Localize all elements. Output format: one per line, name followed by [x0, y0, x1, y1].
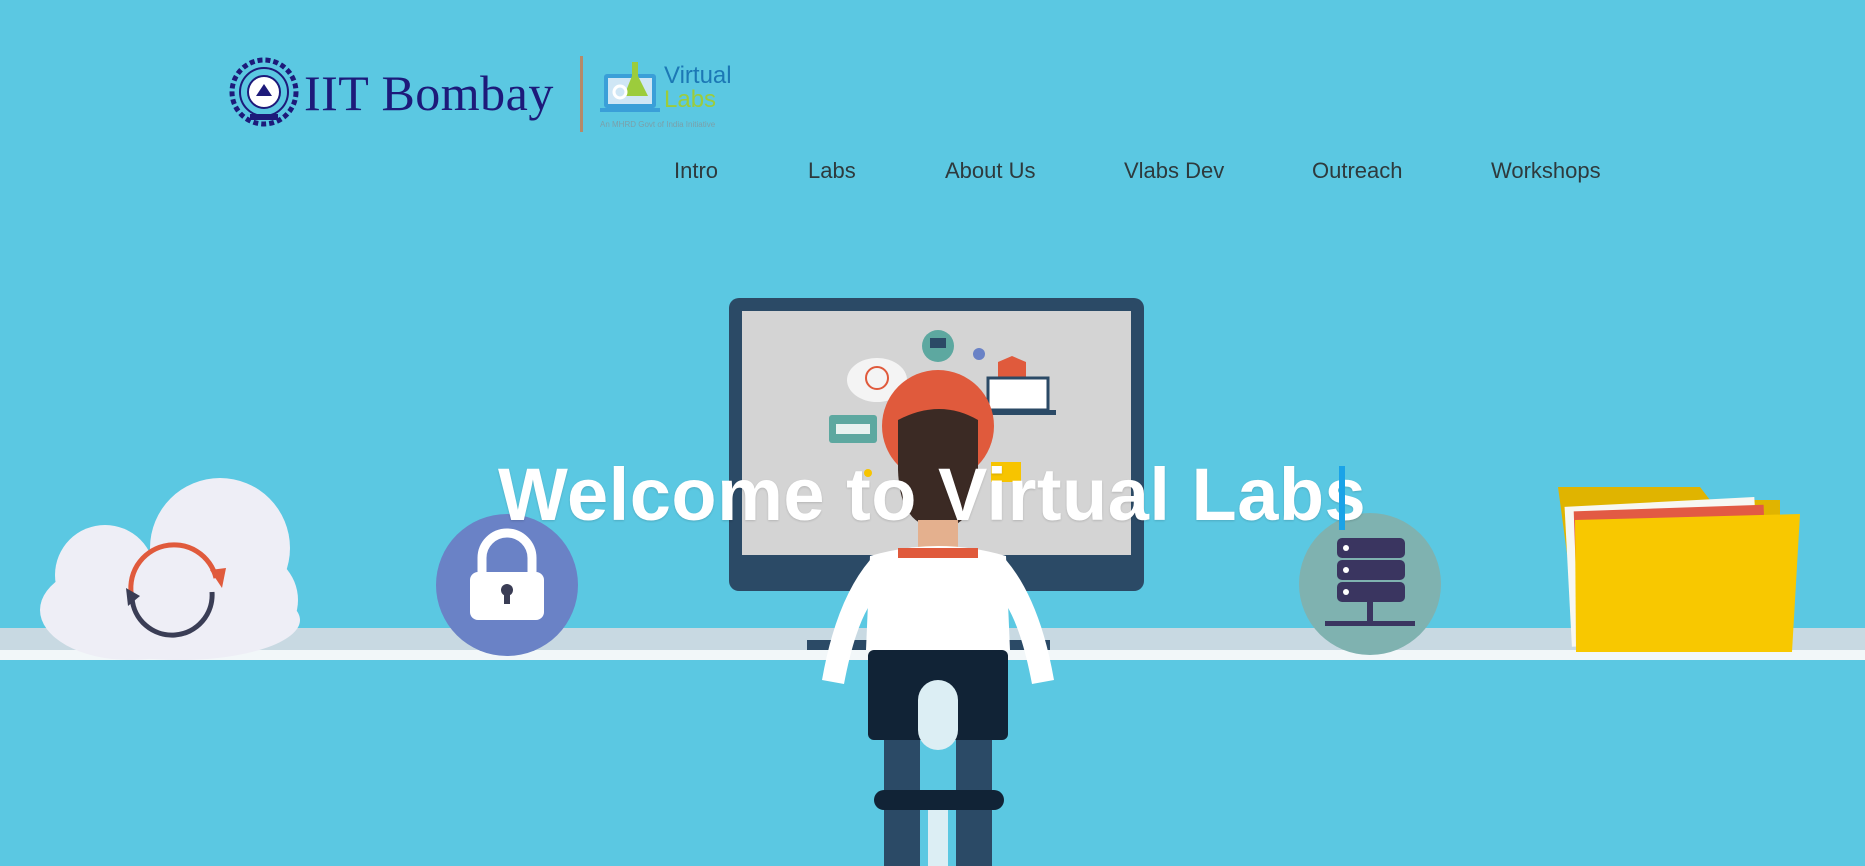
- hero-title: Welcome to Virtual Labs: [498, 453, 1367, 536]
- nav-item-workshops[interactable]: Workshops: [1491, 158, 1601, 184]
- vlabs-text-labs: Labs: [664, 86, 717, 113]
- nav-item-labs[interactable]: Labs: [808, 158, 856, 184]
- nav-item-about-us[interactable]: About Us: [945, 158, 1036, 184]
- nav-item-vlabs-dev[interactable]: Vlabs Dev: [1124, 158, 1224, 184]
- nav-item-outreach[interactable]: Outreach: [1312, 158, 1403, 184]
- cloud-sync-icon: [40, 478, 300, 660]
- site-logo[interactable]: IIT Bombay Virtual Labs An MHRD Govt of …: [228, 52, 732, 132]
- nav-item-intro[interactable]: Intro: [674, 158, 718, 184]
- logo-divider: [580, 56, 583, 132]
- main-nav: Intro Labs About Us Vlabs Dev Outreach W…: [0, 158, 1865, 188]
- typing-cursor: [1339, 466, 1345, 530]
- vlabs-logo-icon: [600, 62, 660, 112]
- iitb-emblem-icon: [229, 57, 299, 127]
- institute-name: IIT Bombay: [304, 65, 554, 121]
- folder-icon: [1558, 487, 1800, 652]
- vlabs-tagline: An MHRD Govt of India Initiative: [600, 120, 716, 129]
